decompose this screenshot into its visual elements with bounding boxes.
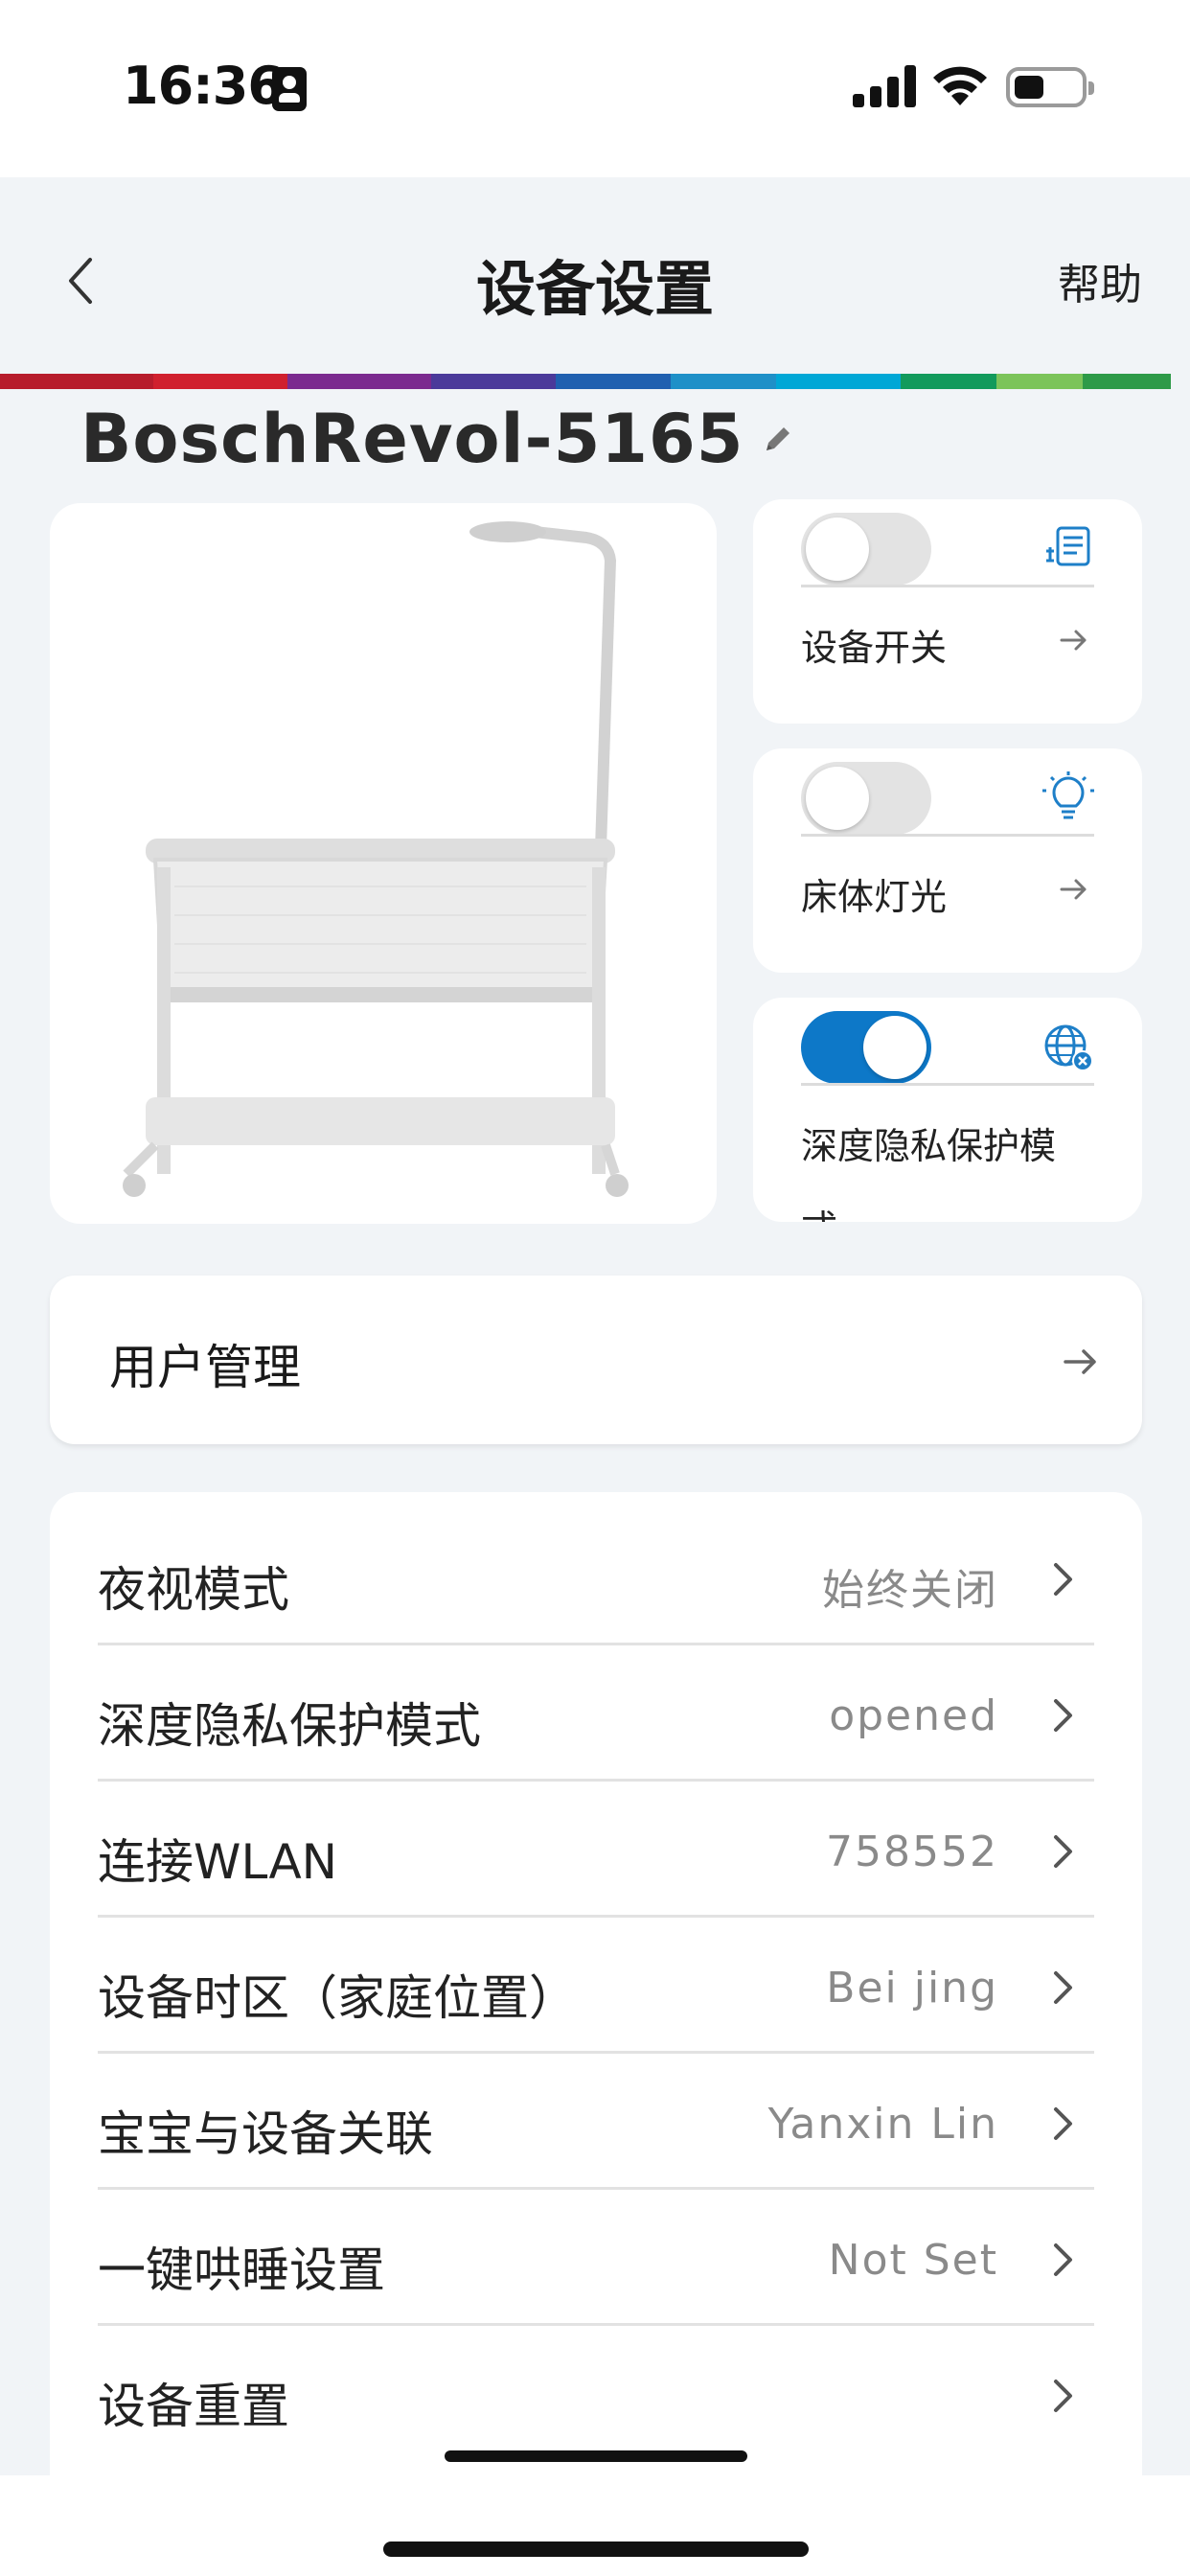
settings-row-value: Not Set <box>828 2236 998 2285</box>
chevron-right-icon <box>1054 1563 1072 1596</box>
settings-row-label: 连接WLAN <box>98 1834 338 1890</box>
app-home-indicator <box>445 2450 747 2462</box>
settings-row[interactable]: 夜视模式 始终关闭 <box>98 1509 1094 1645</box>
rainbow-segment <box>901 374 996 389</box>
pencil-edit-icon[interactable] <box>761 422 795 456</box>
chevron-right-icon <box>1054 2380 1072 2412</box>
user-management-button[interactable]: 用户管理 <box>50 1276 1142 1444</box>
arrow-right-icon[interactable] <box>1058 624 1090 656</box>
arrow-right-icon[interactable] <box>1058 873 1090 906</box>
settings-row-label: 夜视模式 <box>98 1562 289 1618</box>
page-title: 设备设置 <box>475 254 714 324</box>
settings-row-value: Bei jing <box>826 1964 998 2012</box>
chevron-right-icon <box>1054 1971 1072 2004</box>
settings-list: 夜视模式 始终关闭深度隐私保护模式 opened 连接WLAN 758552 设备时区（家… <box>50 1492 1142 2475</box>
bed-light-label: 床体灯光 <box>801 876 948 918</box>
settings-row-value: opened <box>829 1691 998 1740</box>
status-bar: 16:36 <box>0 0 1190 177</box>
privacy-mode-label: 深度隐私保护模式 <box>801 1125 1057 1222</box>
rainbow-segment <box>287 374 431 389</box>
privacy-mode-toggle[interactable] <box>801 1011 931 1084</box>
plug-panel-icon <box>1046 526 1090 566</box>
device-name-row: BoschRevol-5165 <box>80 396 795 482</box>
settings-row[interactable]: 宝宝与设备关联 Yanxin Lin <box>98 2054 1094 2190</box>
cellular-signal-icon <box>853 65 916 107</box>
settings-row-label: 设备时区（家庭位置） <box>98 1970 577 2026</box>
divider <box>801 834 1094 837</box>
rainbow-segment <box>556 374 671 389</box>
settings-row-label: 一键哄睡设置 <box>98 2242 385 2298</box>
settings-row[interactable]: 设备重置 <box>98 2326 1094 2462</box>
chevron-right-icon <box>1054 2243 1072 2276</box>
bottom-safe-area <box>0 2475 1190 2576</box>
chevron-right-icon <box>1054 1835 1072 1868</box>
divider <box>801 1083 1094 1086</box>
bed-light-toggle[interactable] <box>801 762 931 835</box>
chevron-right-icon <box>1054 2107 1072 2140</box>
settings-row[interactable]: 连接WLAN 758552 <box>98 1782 1094 1918</box>
settings-row[interactable]: 深度隐私保护模式 opened <box>98 1645 1094 1782</box>
settings-row-label: 设备重置 <box>98 2379 289 2434</box>
settings-row[interactable]: 设备时区（家庭位置） Bei jing <box>98 1918 1094 2054</box>
privacy-mode-card: 深度隐私保护模式 <box>753 998 1142 1222</box>
home-indicator[interactable] <box>383 2542 809 2557</box>
rainbow-segment <box>1083 374 1171 389</box>
globe-block-icon <box>1044 1024 1093 1071</box>
rainbow-segment <box>996 374 1083 389</box>
lightbulb-icon <box>1042 771 1094 819</box>
device-power-label: 设备开关 <box>801 627 948 669</box>
rainbow-segment <box>431 374 556 389</box>
smart-crib-image <box>123 521 629 1197</box>
device-power-card: 设备开关 <box>753 499 1142 724</box>
divider <box>801 585 1094 587</box>
device-power-toggle[interactable] <box>801 513 931 586</box>
rainbow-segment <box>153 374 287 389</box>
rainbow-segment <box>0 374 153 389</box>
nav-bar: 设备设置 帮助 <box>0 177 1190 374</box>
rainbow-segment <box>776 374 901 389</box>
device-name: BoschRevol-5165 <box>80 400 744 478</box>
help-button[interactable]: 帮助 <box>1058 250 1142 311</box>
chevron-right-icon <box>1054 1699 1072 1732</box>
user-management-label: 用户管理 <box>109 1340 301 1395</box>
brand-rainbow-stripe <box>0 374 1190 389</box>
arrow-right-icon <box>1064 1349 1096 1374</box>
bed-light-card: 床体灯光 <box>753 748 1142 973</box>
settings-row-value: Yanxin Lin <box>767 2100 998 2149</box>
status-time: 16:36 <box>123 56 284 116</box>
settings-row-label: 深度隐私保护模式 <box>98 1698 481 1754</box>
device-settings-screen: 设备设置 帮助 BoschRevol-5165 设备开关 床体灯光 深度隐私保护… <box>0 177 1190 2475</box>
settings-row[interactable]: 一键哄睡设置 Not Set <box>98 2190 1094 2326</box>
contact-badge-icon <box>272 67 307 111</box>
rainbow-segment <box>671 374 776 389</box>
product-image-card <box>50 503 717 1224</box>
settings-row-value: 始终关闭 <box>822 1566 998 1615</box>
battery-icon <box>1006 67 1094 107</box>
settings-row-label: 宝宝与设备关联 <box>98 2106 433 2162</box>
wifi-icon <box>933 66 987 105</box>
settings-row-value: 758552 <box>826 1828 998 1876</box>
